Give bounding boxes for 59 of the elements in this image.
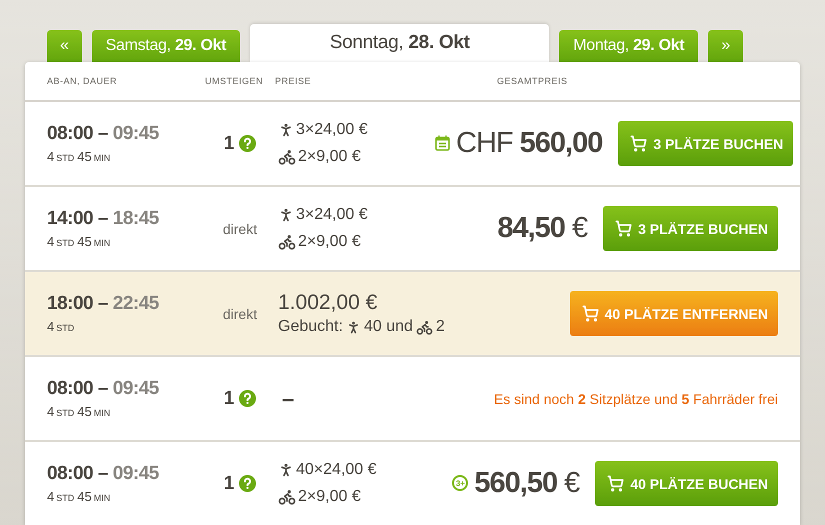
column-header: UMSTEIGEN [205,76,264,86]
book-seats-button[interactable]: 40 PLÄTZE BUCHEN [595,461,778,506]
date-tab[interactable]: Samstag, 29. Okt [92,30,240,62]
cart-icon [607,475,624,492]
cart-icon [582,305,599,322]
unit-price: 2×9,00 € [298,488,361,506]
total-price: CHF 560,00 [456,127,602,160]
help-icon[interactable] [239,135,256,152]
time-range: 18:00 – 22:45 [47,293,160,315]
date-tab[interactable]: Sonntag, 28. Okt [250,24,550,62]
booked-amount: 1.002,00 € [278,291,378,315]
help-icon[interactable] [239,475,256,492]
bike-icon [278,488,296,506]
help-icon[interactable] [239,390,256,407]
total-price: 84,50 € [497,212,588,245]
cart-icon [630,135,648,152]
person-icon [278,462,294,478]
column-header: GESAMTPREIS [496,76,569,86]
booked-persons: 40 und [364,318,413,336]
bike-icon [416,318,433,336]
direct-label: direkt [222,220,258,236]
bike-icon [278,148,296,166]
trip-duration: 4 STD [47,319,76,334]
date-tab[interactable]: « [47,30,82,62]
booked-label: Gebucht: [278,318,343,336]
unit-price: 40×24,00 € [296,461,377,479]
person-icon [278,207,294,223]
column-header: AB-AN, DAUER [47,76,118,86]
group-size-badge: 3+ [452,475,468,491]
cart-icon [615,220,632,237]
direct-label: direkt [222,306,258,322]
person-icon [278,122,294,138]
time-range: 08:00 – 09:45 [47,378,160,400]
bike-icon [278,233,296,251]
unit-price: 2×9,00 € [298,148,361,166]
book-seats-button[interactable]: 3 PLÄTZE BUCHEN [603,206,778,251]
trip-duration: 4 STD 45 MIN [47,149,112,164]
time-range: 08:00 – 09:45 [47,123,160,145]
trip-duration: 4 STD 45 MIN [47,234,112,249]
date-tab[interactable]: Montag, 29. Okt [559,30,698,62]
calendar-icon [435,135,450,151]
trip-duration: 4 STD 45 MIN [47,489,112,504]
book-seats-button[interactable]: 3 PLÄTZE BUCHEN [618,121,794,166]
date-tab[interactable]: » [708,30,743,62]
no-price: – [281,386,296,412]
unit-price: 2×9,00 € [298,233,361,251]
unit-price: 3×24,00 € [296,206,368,224]
transfer-count: 1 [224,472,234,494]
time-range: 14:00 – 18:45 [47,208,160,230]
availability-notice: Es sind noch 2 Sitzplätze und 5 Fahrräder frei [494,390,778,406]
trip-duration: 4 STD 45 MIN [47,404,112,419]
time-range: 08:00 – 09:45 [47,463,160,485]
transfer-count: 1 [224,388,234,410]
total-price: 560,50 € [474,467,580,500]
remove-seats-button[interactable]: 40 PLÄTZE ENTFERNEN [570,291,778,336]
column-header: PREISE [275,76,312,86]
transfer-count: 1 [224,132,234,154]
booked-bikes: 2 [436,318,445,336]
unit-price: 3×24,00 € [296,121,368,139]
